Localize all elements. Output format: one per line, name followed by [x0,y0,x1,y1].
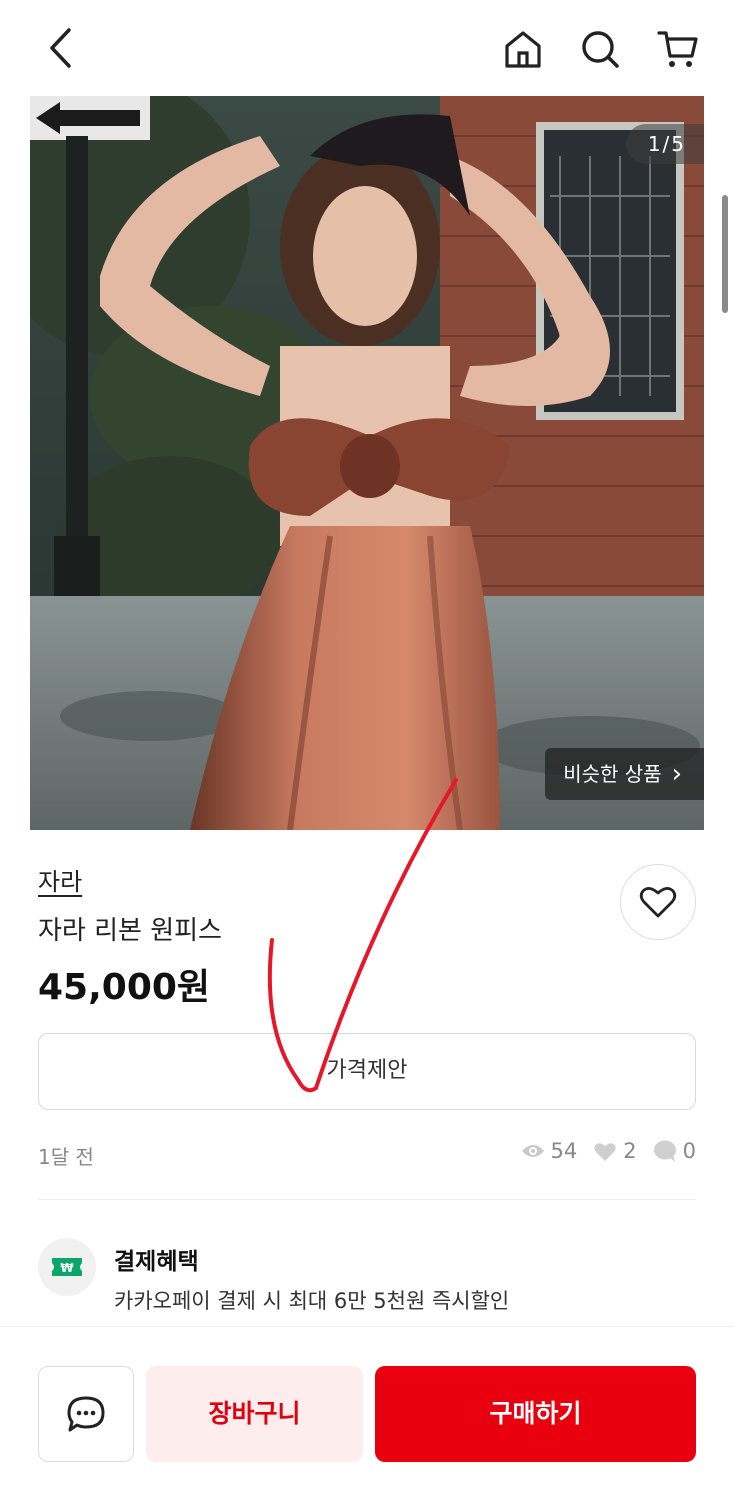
payment-benefit-icon-wrap: ₩ [38,1238,96,1296]
svg-text:₩: ₩ [60,1261,74,1275]
eye-icon [521,1145,544,1157]
chevron-right-icon: › [671,759,682,789]
like-button[interactable] [620,864,696,940]
likes-stat: 2 [593,1139,637,1163]
product-price: 45,000원 [38,967,211,1008]
price-offer-button[interactable]: 가격제안 [38,1033,696,1110]
product-photo [30,96,704,830]
product-stats: 54 2 0 [511,1139,696,1163]
chevron-left-icon [50,28,71,68]
product-image-carousel[interactable]: 1/5 비슷한 상품 › [30,96,704,830]
payment-benefit-title: 결제혜택 [114,1249,199,1275]
likes-count: 2 [623,1139,637,1163]
views-stat: 54 [521,1139,578,1163]
similar-products-label: 비슷한 상품 [563,762,662,786]
payment-benefit-description: 카카오페이 결제 시 최대 6만 5천원 즉시할인 [114,1289,510,1313]
won-ticket-icon: ₩ [52,1258,82,1276]
cart-button[interactable] [654,26,702,72]
product-title: 자라 리본 원피스 [38,916,222,946]
heart-icon [594,1142,616,1161]
scrollbar-thumb[interactable] [722,195,728,313]
back-button[interactable] [38,26,82,70]
section-divider [38,1199,696,1200]
buy-now-button[interactable]: 구매하기 [375,1366,696,1462]
heart-outline-icon [639,887,677,918]
chat-icon [653,1140,676,1162]
search-icon [582,31,619,68]
add-to-cart-button[interactable]: 장바구니 [146,1366,363,1462]
image-counter: 1/5 [625,124,704,164]
similar-products-button[interactable]: 비슷한 상품 › [545,748,704,800]
top-bar [0,0,734,96]
search-button[interactable] [577,26,623,72]
views-count: 54 [550,1139,578,1163]
home-button[interactable] [500,26,546,72]
chats-stat: 0 [653,1139,696,1163]
chat-button[interactable] [38,1366,134,1462]
chat-bubble-icon [67,1396,105,1432]
cart-icon [657,31,698,67]
posted-time: 1달 전 [38,1145,94,1169]
home-icon [505,31,541,68]
brand-link[interactable]: 자라 [38,862,82,897]
chats-count: 0 [682,1139,696,1163]
